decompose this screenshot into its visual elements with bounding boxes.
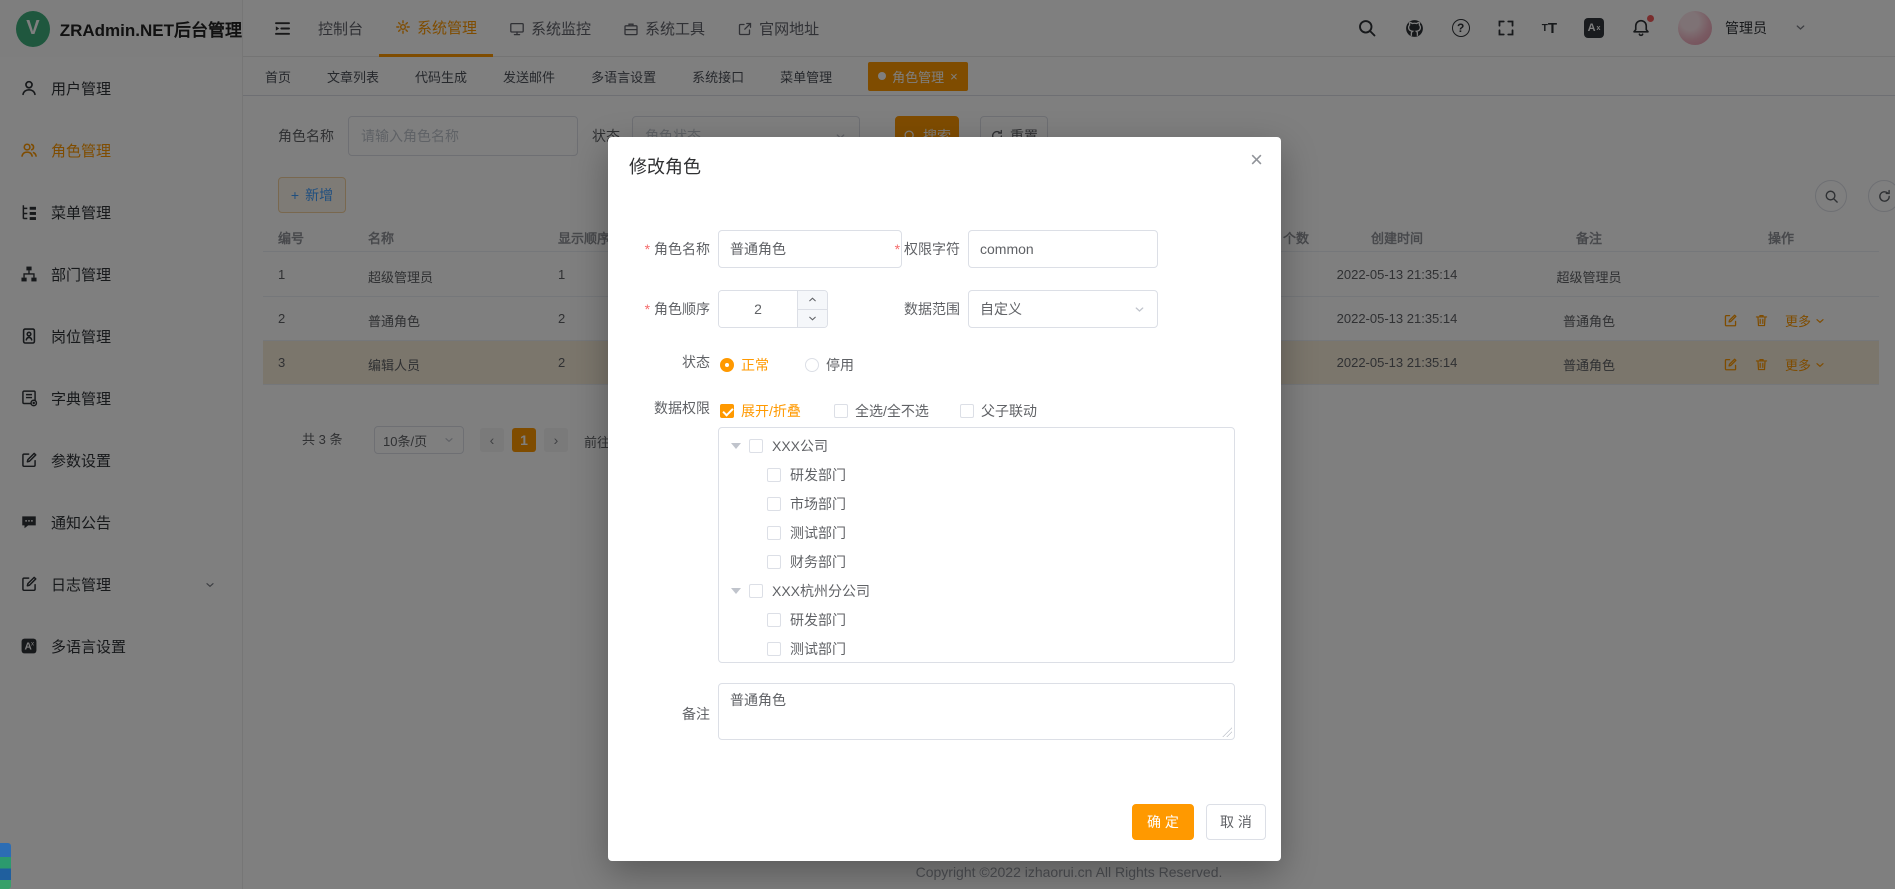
checkbox-box	[720, 404, 734, 418]
checkbox-label: 全选/全不选	[855, 401, 929, 421]
tree-node-company[interactable]: XXX公司	[719, 431, 1234, 460]
role-name-label: 角色名称	[608, 230, 710, 268]
tree-node-dept[interactable]: 研发部门	[719, 460, 1234, 489]
tree-node-company[interactable]: XXX杭州分公司	[719, 576, 1234, 605]
parent-child-link-checkbox[interactable]: 父子联动	[960, 401, 1037, 421]
status-label: 状态	[608, 343, 710, 381]
tree-node-dept[interactable]: 研发部门	[719, 605, 1234, 634]
remark-label: 备注	[608, 695, 710, 733]
tree-node-dept[interactable]: 测试部门	[719, 634, 1234, 663]
data-permission-label: 数据权限	[608, 389, 710, 427]
perm-char-label: 权限字符	[858, 230, 960, 268]
data-scope-select[interactable]: 自定义	[968, 290, 1158, 328]
checkbox-box	[834, 404, 848, 418]
checkbox-box[interactable]	[767, 526, 781, 540]
devtools-toggle[interactable]	[0, 843, 11, 889]
tree-node-label: XXX公司	[772, 436, 828, 456]
edit-role-dialog: 修改角色 × 角色名称 权限字符 角色顺序 数据范围 自定义 状态 正常 停用 …	[608, 137, 1281, 861]
stepper-down-button[interactable]	[798, 310, 827, 328]
tree-node-dept[interactable]: 财务部门	[719, 547, 1234, 576]
radio-dot	[805, 358, 819, 372]
tree-node-label: 市场部门	[790, 494, 846, 514]
tree-node-dept[interactable]: 测试部门	[719, 518, 1234, 547]
tree-node-label: XXX杭州分公司	[772, 581, 870, 601]
radio-label: 正常	[741, 355, 769, 375]
checkbox-label: 父子联动	[981, 401, 1037, 421]
tree-caret-icon[interactable]	[731, 588, 741, 594]
checkbox-box[interactable]	[749, 584, 763, 598]
role-order-stepper	[718, 290, 828, 328]
radio-label: 停用	[826, 355, 854, 375]
tree-node-dept[interactable]: 市场部门	[719, 489, 1234, 518]
checkbox-box[interactable]	[767, 497, 781, 511]
radio-dot	[720, 358, 734, 372]
checkbox-box[interactable]	[767, 468, 781, 482]
checkbox-box[interactable]	[767, 642, 781, 656]
tree-node-label: 财务部门	[790, 552, 846, 572]
checkbox-box[interactable]	[767, 555, 781, 569]
checkbox-box	[960, 404, 974, 418]
checkbox-label: 展开/折叠	[741, 401, 801, 421]
confirm-button[interactable]: 确 定	[1132, 804, 1194, 840]
select-chevron-icon	[1133, 303, 1146, 316]
perm-char-input[interactable]	[968, 230, 1158, 268]
expand-collapse-checkbox[interactable]: 展开/折叠	[720, 401, 801, 421]
checkbox-box[interactable]	[749, 439, 763, 453]
tree-node-label: 测试部门	[790, 523, 846, 543]
status-radio-normal[interactable]: 正常	[720, 355, 769, 375]
select-all-checkbox[interactable]: 全选/全不选	[834, 401, 929, 421]
tree-node-label: 测试部门	[790, 639, 846, 659]
data-scope-value: 自定义	[980, 299, 1022, 319]
tree-caret-icon[interactable]	[731, 443, 741, 449]
checkbox-box[interactable]	[767, 613, 781, 627]
cancel-button[interactable]: 取 消	[1206, 804, 1266, 840]
data-scope-label: 数据范围	[858, 290, 960, 328]
status-radio-disabled[interactable]: 停用	[805, 355, 854, 375]
role-order-input[interactable]	[719, 291, 797, 327]
remark-textarea[interactable]: 普通角色	[718, 683, 1235, 740]
role-order-label: 角色顺序	[608, 290, 710, 328]
close-icon[interactable]: ×	[1250, 149, 1263, 171]
dialog-title: 修改角色	[629, 153, 701, 179]
department-tree: XXX公司 研发部门 市场部门 测试部门 财务部门 XXX杭州分公司 研发部门 …	[718, 427, 1235, 663]
tree-node-label: 研发部门	[790, 465, 846, 485]
stepper-up-button[interactable]	[798, 291, 827, 310]
tree-node-label: 研发部门	[790, 610, 846, 630]
